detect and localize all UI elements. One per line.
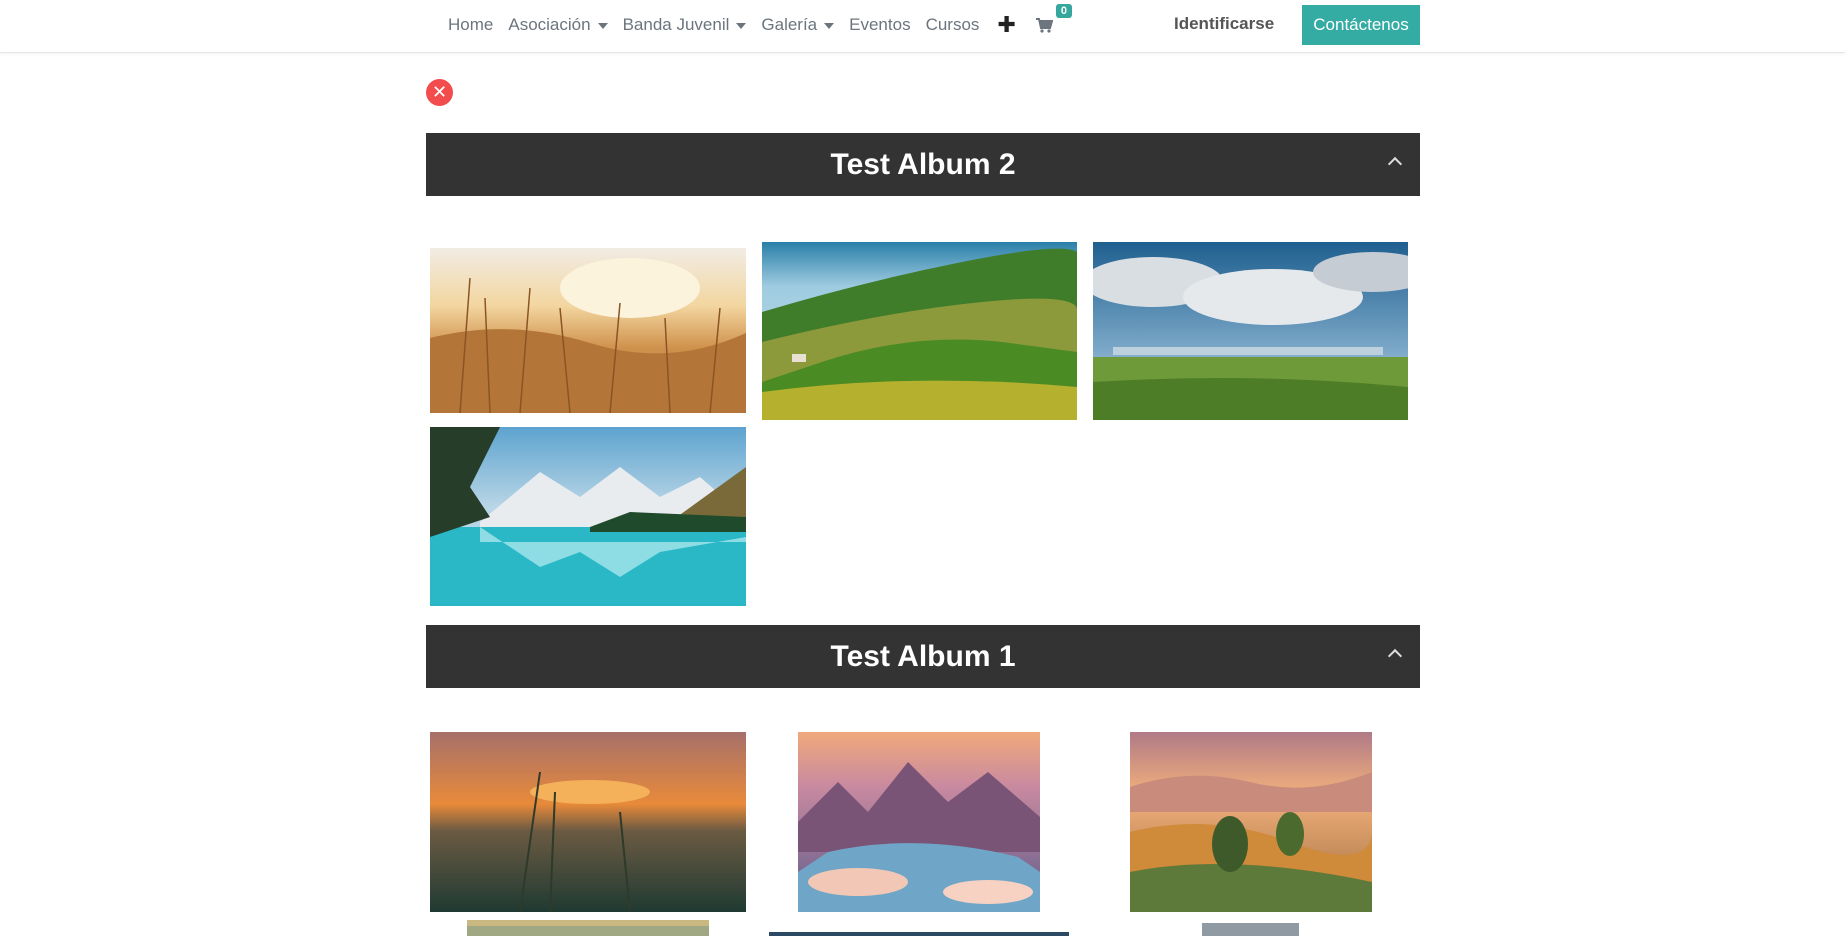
nav-item-label: Eventos bbox=[849, 15, 911, 34]
nav-item-label: Banda Juvenil bbox=[622, 15, 730, 34]
nav-item-label: Cursos bbox=[925, 15, 980, 34]
nav-item-label: Asociación bbox=[508, 15, 591, 34]
album-title: Test Album 2 bbox=[830, 147, 1016, 181]
plus-icon[interactable]: ✚ bbox=[997, 14, 1015, 36]
album-photo[interactable] bbox=[430, 732, 746, 912]
album-header-test-album-2[interactable]: Test Album 2 bbox=[426, 133, 1420, 196]
album-photo[interactable] bbox=[430, 248, 746, 413]
nav-item-galeria[interactable]: Galería bbox=[761, 15, 835, 35]
nav-item-asociacion[interactable]: Asociación bbox=[508, 15, 608, 35]
album-photo[interactable] bbox=[1202, 923, 1299, 936]
signin-link[interactable]: Identificarse bbox=[1174, 14, 1274, 34]
album-photo[interactable] bbox=[467, 920, 709, 936]
album-photo[interactable] bbox=[762, 242, 1077, 420]
chevron-up-icon bbox=[1387, 648, 1403, 664]
caret-down-icon bbox=[824, 23, 835, 29]
album-title: Test Album 1 bbox=[830, 639, 1016, 673]
cart-button[interactable]: 0 bbox=[1035, 3, 1072, 33]
chevron-up-icon bbox=[1387, 156, 1403, 172]
caret-down-icon bbox=[597, 23, 608, 29]
nav-item-eventos[interactable]: Eventos bbox=[849, 15, 910, 35]
nav-item-home[interactable]: Home bbox=[448, 15, 493, 35]
nav-menu: Home Asociación Banda Juvenil Galería Ev… bbox=[448, 0, 1072, 50]
contact-button[interactable]: Contáctenos bbox=[1302, 5, 1420, 45]
caret-down-icon bbox=[736, 23, 747, 29]
album-photo[interactable] bbox=[798, 732, 1040, 912]
navbar: Home Asociación Banda Juvenil Galería Ev… bbox=[0, 0, 1845, 53]
album-photo[interactable] bbox=[769, 932, 1069, 936]
shopping-cart-icon bbox=[1035, 17, 1053, 33]
album-photo[interactable] bbox=[430, 427, 746, 606]
nav-item-cursos[interactable]: Cursos bbox=[926, 15, 980, 35]
album-header-test-album-1[interactable]: Test Album 1 bbox=[426, 625, 1420, 688]
close-icon[interactable]: ✕ bbox=[426, 79, 453, 106]
nav-item-label: Home bbox=[448, 15, 494, 34]
album-photo[interactable] bbox=[1130, 732, 1372, 912]
nav-item-banda-juvenil[interactable]: Banda Juvenil bbox=[623, 15, 747, 35]
album-photo[interactable] bbox=[1093, 242, 1408, 420]
nav-item-label: Galería bbox=[761, 15, 818, 34]
cart-count-badge: 0 bbox=[1055, 3, 1072, 18]
